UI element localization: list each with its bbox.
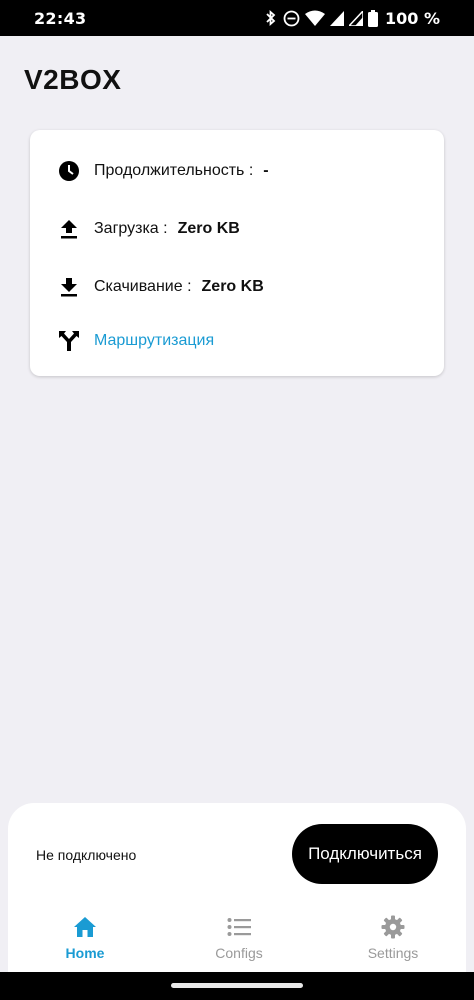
upload-value: Zero KB [177,220,240,237]
nav-label-settings: Settings [367,945,419,961]
routing-link[interactable]: Маршрутизация [56,328,214,354]
do-not-disturb-icon [283,10,300,26]
app-title: V2BOX [24,64,122,95]
signal-icon-2 [349,10,363,26]
clock-icon [56,158,82,184]
wifi-icon [305,10,325,26]
download-value: Zero KB [201,278,264,295]
nav-item-configs[interactable]: Configs [194,913,284,969]
bluetooth-icon [266,10,276,26]
status-icons: 100 % [264,9,440,28]
download-icon [56,274,82,300]
list-icon [227,913,251,941]
download-row: Скачивание : Zero KB [56,274,264,300]
home-gesture-handle[interactable] [171,983,303,988]
upload-row: Загрузка : Zero KB [56,216,240,242]
nav-label-home: Home [65,945,105,961]
bottom-sheet: Не подключено Подключиться Home Configs … [8,803,466,975]
status-time: 22:43 [34,8,87,28]
connection-status: Не подключено [36,847,137,863]
routing-label: Маршрутизация [94,332,215,349]
upload-label: Загрузка : [94,220,168,237]
bottom-nav: Home Configs Settings [8,913,466,969]
download-label: Скачивание : [94,278,192,295]
home-icon [73,913,97,941]
routing-icon [56,328,82,354]
duration-label: Продолжительность : [94,162,254,179]
nav-item-home[interactable]: Home [40,913,130,969]
upload-icon [56,216,82,242]
signal-icon [330,10,344,26]
gear-icon [381,913,405,941]
duration-row: Продолжительность : - [56,158,269,184]
nav-item-settings[interactable]: Settings [348,913,438,969]
connect-button[interactable]: Подключиться [292,824,438,884]
status-bar: 22:43 100 % [0,0,474,36]
stats-card: Продолжительность : - Загрузка : Zero KB… [30,130,444,376]
duration-value: - [263,162,269,179]
nav-label-configs: Configs [215,945,263,961]
battery-percentage: 100 % [385,8,440,28]
battery-icon [368,9,378,27]
